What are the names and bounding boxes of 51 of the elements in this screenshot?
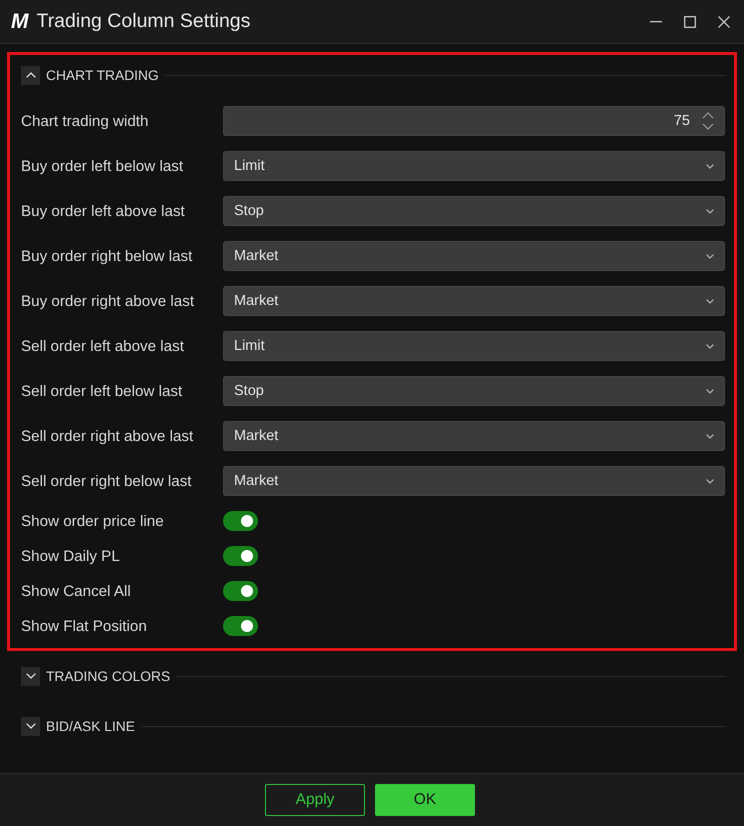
expand-button[interactable]: [21, 666, 40, 686]
caret-icon: [706, 254, 714, 258]
setting-label: Buy order left above last: [21, 202, 185, 220]
ok-button[interactable]: OK: [375, 784, 475, 816]
dropdown[interactable]: Market: [223, 241, 725, 271]
app-logo: M: [11, 10, 28, 32]
maximize-icon[interactable]: [684, 16, 696, 28]
toggle-switch[interactable]: [223, 616, 258, 636]
caret-icon: [706, 164, 714, 168]
caret-icon: [706, 478, 714, 484]
setting-label: Show Cancel All: [21, 582, 131, 600]
setting-label: Chart trading width: [21, 112, 148, 130]
dropdown[interactable]: Market: [223, 466, 725, 496]
setting-label: Sell order left below last: [21, 382, 182, 400]
chevron-down-icon: [26, 723, 36, 729]
caret-icon: [706, 344, 714, 348]
toggle-switch[interactable]: [223, 546, 258, 566]
minimize-icon[interactable]: [650, 20, 662, 22]
section-title: TRADING COLORS: [46, 668, 170, 684]
toggle-switch[interactable]: [223, 581, 258, 601]
setting-label: Sell order left above last: [21, 338, 184, 354]
dropdown[interactable]: Limit: [223, 331, 725, 361]
dropdown[interactable]: Limit: [223, 151, 725, 181]
dropdown[interactable]: Stop: [223, 196, 725, 226]
spinner-icon[interactable]: [702, 112, 714, 130]
section-title: BID/ASK LINE: [46, 718, 135, 734]
collapse-button[interactable]: [21, 66, 40, 84]
expand-button[interactable]: [21, 716, 40, 736]
caret-icon: [706, 434, 714, 438]
setting-label: Show Daily PL: [21, 548, 120, 564]
dropdown[interactable]: Market: [223, 421, 725, 451]
setting-label: Buy order right below last: [21, 248, 192, 264]
number-field[interactable]: 75: [223, 106, 725, 136]
dropdown[interactable]: Market: [223, 286, 725, 316]
setting-label: Sell order right below last: [21, 472, 192, 490]
setting-label: Buy order left below last: [21, 158, 184, 174]
caret-icon: [706, 298, 714, 304]
setting-label: Sell order right above last: [21, 428, 194, 444]
dropdown[interactable]: Stop: [223, 376, 725, 406]
toggle-switch[interactable]: [223, 511, 258, 531]
window-title: Trading Column Settings: [36, 10, 250, 33]
chevron-up-icon: [26, 72, 36, 78]
setting-label: Show order price line: [21, 512, 164, 530]
section-title: CHART TRADING: [46, 68, 159, 82]
caret-icon: [706, 388, 714, 394]
close-icon[interactable]: [718, 16, 730, 28]
caret-icon: [706, 208, 714, 214]
setting-label: Buy order right above last: [21, 292, 194, 310]
setting-label: Show Flat Position: [21, 618, 147, 634]
chevron-down-icon: [26, 673, 36, 679]
apply-button[interactable]: Apply: [265, 784, 365, 816]
